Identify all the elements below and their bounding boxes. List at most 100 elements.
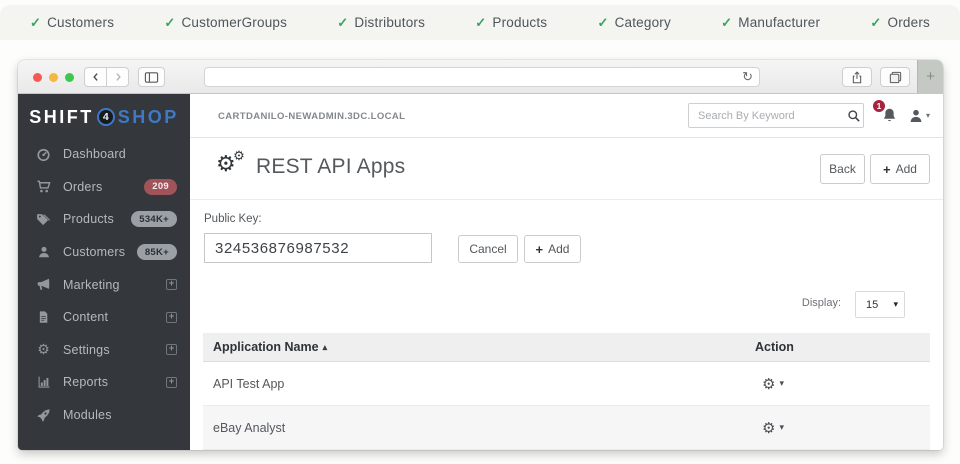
- products-count-badge: 534K+: [131, 211, 177, 227]
- account-menu-button[interactable]: ▾: [908, 108, 930, 124]
- gears-icon: ⚙: [35, 341, 52, 358]
- sidebar-item-customers[interactable]: Customers 85K+: [18, 236, 190, 269]
- validation-item-distributors: ✓ Distributors: [337, 15, 425, 31]
- column-application-name[interactable]: Application Name ▴: [203, 340, 755, 354]
- expand-icon[interactable]: +: [166, 377, 177, 388]
- sidebar-item-dashboard[interactable]: Dashboard: [18, 138, 190, 171]
- sidebar-item-marketing[interactable]: Marketing +: [18, 268, 190, 301]
- admin-sidebar: SHIFT 4 SHOP Dashboard Orders 209: [18, 94, 190, 450]
- cart-icon: [35, 179, 52, 194]
- new-tab-button[interactable]: +: [917, 60, 943, 93]
- sidebar-item-label: Reports: [63, 375, 166, 389]
- tab-overview-button[interactable]: [880, 67, 910, 87]
- sidebar-item-orders[interactable]: Orders 209: [18, 171, 190, 204]
- share-button[interactable]: [842, 67, 872, 87]
- sidebar-item-content[interactable]: Content +: [18, 301, 190, 334]
- add-app-button[interactable]: +Add: [870, 154, 930, 184]
- cogs-icon: ⚙⚙: [216, 151, 236, 177]
- expand-icon[interactable]: +: [166, 344, 177, 355]
- list-controls: Display: 15 ▾: [190, 283, 943, 333]
- document-icon: [35, 310, 52, 324]
- check-icon: ✓: [164, 15, 175, 31]
- sidebar-item-label: Marketing: [63, 278, 166, 292]
- back-nav-button[interactable]: [84, 67, 107, 87]
- check-icon: ✓: [721, 15, 732, 31]
- back-button[interactable]: Back: [820, 154, 865, 184]
- caret-down-icon: ▾: [926, 111, 930, 120]
- validation-label: Manufacturer: [738, 15, 820, 30]
- chevron-left-icon: [90, 71, 102, 83]
- minimize-window-button[interactable]: [49, 73, 58, 82]
- sidebar-icon: [144, 70, 159, 85]
- action-gear-icon[interactable]: ⚙: [762, 375, 775, 393]
- browser-toolbar: ↻ +: [18, 60, 943, 94]
- table-row: eBay Analyst ⚙ ▾: [203, 406, 930, 450]
- zoom-window-button[interactable]: [65, 73, 74, 82]
- customers-count-badge: 85K+: [137, 244, 177, 260]
- validation-label: Customers: [47, 15, 114, 30]
- shift4shop-logo[interactable]: SHIFT 4 SHOP: [18, 94, 190, 134]
- app-name-cell: eBay Analyst: [203, 421, 755, 435]
- dashboard-icon: [35, 147, 52, 162]
- orders-count-badge: 209: [144, 179, 177, 195]
- validation-bar: ✓Customers ✓CustomerGroups ✓Distributors…: [0, 5, 960, 40]
- sidebar-item-reports[interactable]: Reports +: [18, 366, 190, 399]
- action-cell: ⚙ ▾: [755, 375, 930, 393]
- validation-label: Products: [492, 15, 547, 30]
- check-icon: ✓: [597, 15, 608, 31]
- sidebar-item-label: Dashboard: [63, 147, 177, 161]
- admin-content: CARTDANILO-NEWADMIN.3DC.LOCAL 1 ▾ ⚙: [190, 94, 943, 450]
- bar-chart-icon: [35, 375, 52, 389]
- notification-count-badge: 1: [872, 99, 886, 113]
- display-label: Display:: [802, 297, 841, 309]
- expand-icon[interactable]: +: [166, 279, 177, 290]
- public-key-field[interactable]: [204, 233, 432, 263]
- sidebar-item-label: Settings: [63, 343, 166, 357]
- logo-text-shop: SHOP: [118, 107, 179, 128]
- sidebar-item-products[interactable]: Products 534K+: [18, 203, 190, 236]
- close-window-button[interactable]: [33, 73, 42, 82]
- search-input[interactable]: [689, 110, 844, 122]
- validation-item-customergroups: ✓ CustomerGroups: [164, 15, 287, 31]
- forward-nav-button[interactable]: [106, 67, 129, 87]
- add-key-button[interactable]: +Add: [524, 235, 581, 263]
- validation-item-customers: ✓Customers: [30, 15, 114, 31]
- reload-icon[interactable]: ↻: [742, 69, 753, 85]
- action-gear-icon[interactable]: ⚙: [762, 419, 775, 437]
- caret-down-icon[interactable]: ▾: [779, 422, 784, 433]
- chevron-right-icon: [112, 71, 124, 83]
- expand-icon[interactable]: +: [166, 312, 177, 323]
- admin-panel: SHIFT 4 SHOP Dashboard Orders 209: [18, 94, 943, 450]
- column-action: Action: [755, 340, 930, 354]
- search-icon[interactable]: [844, 109, 863, 123]
- sidebar-item-label: Orders: [63, 180, 144, 194]
- validation-label: Distributors: [354, 15, 425, 30]
- admin-header: CARTDANILO-NEWADMIN.3DC.LOCAL 1 ▾: [190, 94, 943, 138]
- caret-down-icon[interactable]: ▾: [779, 378, 784, 389]
- page-title-bar: ⚙⚙ REST API Apps Back +Add: [190, 138, 943, 200]
- sidebar-item-modules[interactable]: Modules: [18, 399, 190, 432]
- app-name-cell: API Test App: [203, 377, 755, 391]
- sidebar-item-label: Customers: [63, 245, 137, 259]
- cancel-button[interactable]: Cancel: [458, 235, 518, 263]
- sidebar-item-label: Modules: [63, 408, 177, 422]
- url-field[interactable]: [205, 69, 759, 87]
- check-icon: ✓: [337, 15, 348, 31]
- plus-icon: +: [883, 162, 891, 177]
- store-domain: CARTDANILO-NEWADMIN.3DC.LOCAL: [218, 111, 405, 122]
- validation-label: CustomerGroups: [181, 15, 287, 30]
- action-cell: ⚙ ▾: [755, 419, 930, 437]
- sidebar-item-settings[interactable]: ⚙ Settings +: [18, 334, 190, 367]
- browser-sidebar-toggle-button[interactable]: [138, 67, 165, 87]
- user-icon: [35, 245, 52, 259]
- display-select[interactable]: 15: [856, 292, 904, 317]
- notifications-button[interactable]: 1: [881, 107, 899, 125]
- sort-asc-icon: ▴: [323, 342, 328, 353]
- sidebar-item-label: Content: [63, 310, 166, 324]
- tags-icon: [35, 212, 52, 227]
- logo-4-badge: 4: [97, 108, 115, 126]
- keyword-search: [688, 103, 864, 128]
- page-title: REST API Apps: [256, 155, 405, 179]
- table-row: API Test App ⚙ ▾: [203, 362, 930, 406]
- sidebar-item-label: Products: [63, 212, 131, 226]
